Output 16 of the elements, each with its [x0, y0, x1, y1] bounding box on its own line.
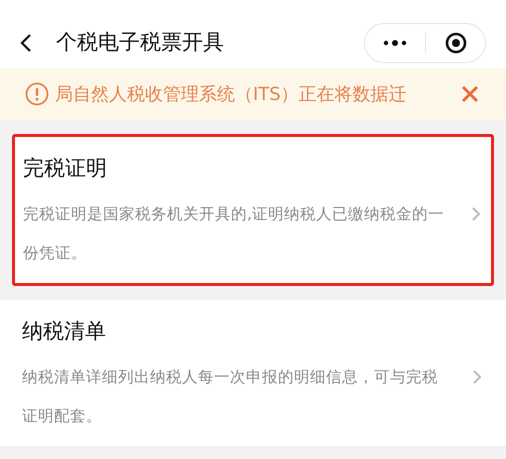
warning-icon [25, 82, 49, 106]
notice-text: 局自然人税收管理系统（ITS）正在将数据迁 [55, 82, 407, 106]
close-button[interactable] [459, 83, 481, 105]
more-icon [383, 39, 407, 47]
close-icon [461, 85, 479, 103]
option-description: 纳税清单详细列出纳税人每一次申报的明细信息，可与完税证明配套。 [22, 367, 439, 427]
target-icon [444, 32, 466, 54]
page-title: 个税电子税票开具 [56, 29, 224, 56]
chevron-icon [472, 369, 482, 385]
option-card[interactable]: 纳税清单 纳税清单详细列出纳税人每一次申报的明细信息，可与完税证明配套。 [0, 300, 506, 446]
option-title: 完税证明 [23, 155, 108, 182]
option-title: 纳税清单 [22, 318, 107, 345]
chevron-icon [471, 206, 481, 222]
back-icon [20, 33, 32, 53]
option-description: 完税证明是国家税务机关开具的,证明纳税人已缴纳税金的一份凭证。 [23, 204, 444, 264]
option-card[interactable]: 完税证明 完税证明是国家税务机关开具的,证明纳税人已缴纳税金的一份凭证。 [12, 134, 494, 286]
